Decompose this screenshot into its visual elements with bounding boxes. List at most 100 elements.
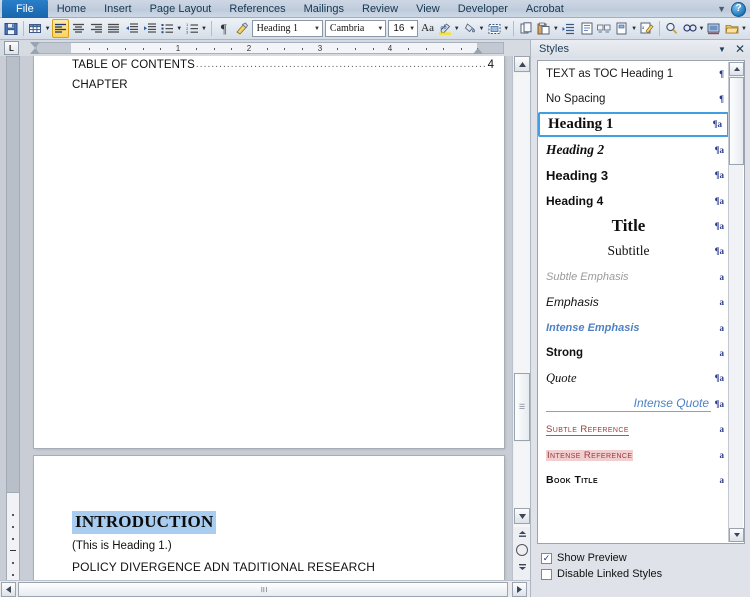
style-item-subtle-emphasis[interactable]: Subtle Emphasis a <box>538 264 729 289</box>
styles-scroll-thumb[interactable] <box>729 77 744 165</box>
chevron-down-icon[interactable]: ▼ <box>374 26 383 32</box>
tab-page-layout[interactable]: Page Layout <box>141 0 221 18</box>
disable-linked-styles-row[interactable]: Disable Linked Styles <box>541 566 741 582</box>
toolbar-overflow-icon[interactable]: ▼ <box>741 26 747 32</box>
chevron-down-icon[interactable]: ▼ <box>45 26 51 32</box>
chevron-down-icon[interactable]: ▼ <box>698 26 704 32</box>
horizontal-scrollbar[interactable]: ☰ <box>0 580 530 597</box>
help-icon[interactable]: ? <box>731 1 746 17</box>
style-item-heading-4[interactable]: Heading 4 ¶a <box>538 188 729 213</box>
scroll-left-button[interactable] <box>1 582 16 597</box>
chevron-up-icon[interactable]: ▼ <box>717 4 726 14</box>
zoom-icon[interactable] <box>663 19 681 38</box>
align-right-icon[interactable] <box>87 19 105 38</box>
align-center-icon[interactable] <box>69 19 87 38</box>
tab-mailings[interactable]: Mailings <box>295 0 353 18</box>
show-preview-row[interactable]: ✓ Show Preview <box>541 550 741 566</box>
copy-icon[interactable] <box>517 19 535 38</box>
vertical-scroll-thumb[interactable]: ☰ <box>514 373 530 441</box>
right-indent-marker[interactable] <box>473 48 483 54</box>
style-item-heading-3[interactable]: Heading 3 ¶a <box>538 163 729 188</box>
new-comment-icon[interactable] <box>613 19 631 38</box>
select-browse-object-button[interactable] <box>516 544 528 556</box>
increase-indent-icon[interactable] <box>141 19 159 38</box>
style-item-heading-1[interactable]: Heading 1 ¶a <box>538 111 729 138</box>
find-icon[interactable] <box>681 19 699 38</box>
style-item-subtle-reference[interactable]: Subtle Reference a <box>538 416 729 441</box>
scroll-up-button[interactable] <box>514 56 530 72</box>
clipboard-icon[interactable] <box>578 19 596 38</box>
style-item-strong[interactable]: Strong a <box>538 340 729 365</box>
align-justify-icon[interactable] <box>105 19 123 38</box>
style-item-intense-quote[interactable]: Intense Quote ¶a <box>538 391 729 416</box>
save-icon[interactable] <box>2 19 20 38</box>
scroll-down-button[interactable] <box>514 508 530 524</box>
show-preview-checkbox[interactable]: ✓ <box>541 552 552 564</box>
vertical-scrollbar[interactable]: ☰ <box>512 56 530 580</box>
style-item-quote[interactable]: Quote ¶a <box>538 366 729 391</box>
style-item-title[interactable]: Title ¶a <box>538 213 729 238</box>
borders-icon[interactable] <box>485 19 503 38</box>
open-folder-icon[interactable] <box>723 19 741 38</box>
shading-color-icon[interactable] <box>461 19 479 38</box>
chevron-down-icon[interactable]: ▼ <box>201 26 207 32</box>
document-page-1[interactable]: TABLE OF CONTENTS ......................… <box>34 56 504 448</box>
chevron-down-icon[interactable]: ▼ <box>454 26 460 32</box>
styles-scroll-up-button[interactable] <box>729 62 744 76</box>
chevron-down-icon[interactable]: ▼ <box>503 26 509 32</box>
show-formatting-marks-icon[interactable]: ¶ <box>215 19 233 38</box>
chevron-down-icon[interactable]: ▼ <box>406 26 415 32</box>
hanging-indent-marker[interactable] <box>30 48 40 54</box>
style-item-book-title[interactable]: Book Title a <box>538 467 729 492</box>
vertical-scroll-track-upper[interactable] <box>514 73 530 373</box>
format-painter-icon[interactable] <box>233 19 251 38</box>
spelling-check-icon[interactable]: a <box>638 19 656 38</box>
document-page-2[interactable]: INTRODUCTION (This is Heading 1.) POLICY… <box>34 456 504 580</box>
bullets-icon[interactable] <box>158 19 176 38</box>
scroll-right-button[interactable] <box>512 582 527 597</box>
align-left-icon[interactable] <box>51 19 70 38</box>
style-item-no-spacing[interactable]: No Spacing ¶ <box>538 86 729 111</box>
tab-view[interactable]: View <box>407 0 449 18</box>
chevron-down-icon[interactable]: ▼ <box>479 26 485 32</box>
tab-home[interactable]: Home <box>48 0 95 18</box>
track-changes-icon[interactable] <box>595 19 613 38</box>
decrease-indent-icon[interactable] <box>123 19 141 38</box>
close-icon[interactable]: ✕ <box>735 43 745 55</box>
style-item-emphasis[interactable]: Emphasis a <box>538 290 729 315</box>
style-item-subtitle[interactable]: Subtitle ¶a <box>538 239 729 264</box>
tab-stop-selector[interactable]: L <box>4 41 19 55</box>
tab-insert[interactable]: Insert <box>95 0 141 18</box>
chevron-down-icon[interactable]: ▼ <box>553 26 559 32</box>
chevron-down-icon[interactable]: ▼ <box>176 26 182 32</box>
text-highlight-color-icon[interactable]: ab <box>436 19 454 38</box>
chevron-down-icon[interactable]: ▼ <box>631 26 637 32</box>
styles-list[interactable]: TEXT as TOC Heading 1 ¶ No Spacing ¶ Hea… <box>537 60 745 544</box>
paste-icon[interactable] <box>535 19 553 38</box>
tab-review[interactable]: Review <box>353 0 407 18</box>
font-size-combo[interactable]: 16 ▼ <box>388 20 419 37</box>
styles-scroll-down-button[interactable] <box>729 528 744 542</box>
table-icon[interactable] <box>27 19 45 38</box>
tab-file[interactable]: File <box>2 0 48 18</box>
style-item-intense-emphasis[interactable]: Intense Emphasis a <box>538 315 729 340</box>
font-combo[interactable]: Cambria ▼ <box>324 20 387 37</box>
print-preview-icon[interactable] <box>705 19 723 38</box>
styles-list-scrollbar[interactable] <box>728 62 744 542</box>
style-combo[interactable]: Heading 1 ▼ <box>251 20 323 37</box>
change-case-icon[interactable]: Aa <box>419 19 436 38</box>
style-item-text-as-toc-heading-1[interactable]: TEXT as TOC Heading 1 ¶ <box>538 61 729 86</box>
previous-page-button[interactable] <box>516 528 528 540</box>
document-canvas[interactable]: TABLE OF CONTENTS ......................… <box>0 56 512 580</box>
tab-developer[interactable]: Developer <box>449 0 517 18</box>
next-page-button[interactable] <box>516 560 528 572</box>
style-item-intense-reference[interactable]: Intense Reference a <box>538 442 729 467</box>
style-item-heading-2[interactable]: Heading 2 ¶a <box>538 137 729 162</box>
chevron-down-icon[interactable]: ▼ <box>718 45 726 54</box>
disable-linked-styles-checkbox[interactable] <box>541 568 552 580</box>
tab-references[interactable]: References <box>220 0 294 18</box>
tab-acrobat[interactable]: Acrobat <box>517 0 573 18</box>
chevron-down-icon[interactable]: ▼ <box>311 26 320 32</box>
horizontal-scroll-thumb[interactable]: ☰ <box>18 582 508 597</box>
numbering-icon[interactable]: 123 <box>183 19 201 38</box>
